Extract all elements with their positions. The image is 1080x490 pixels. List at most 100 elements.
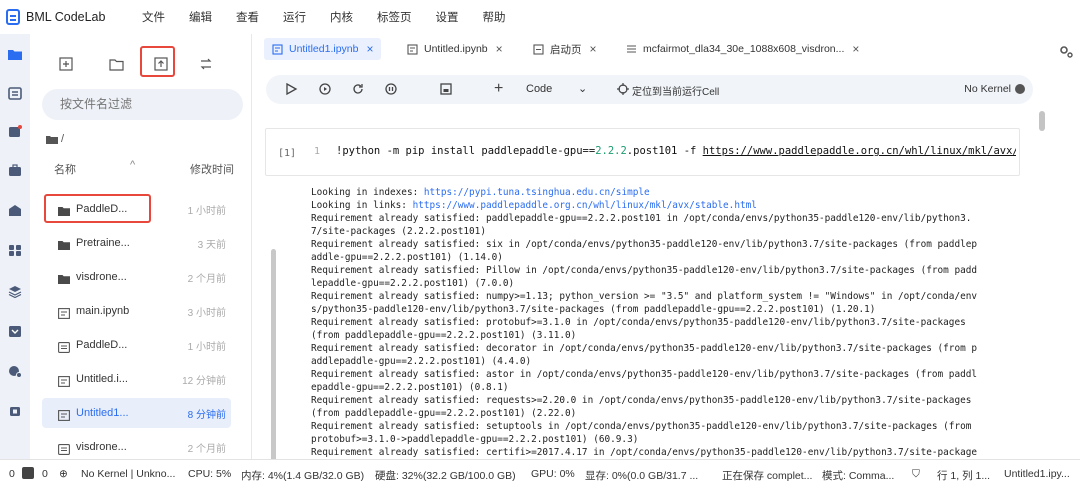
file-modified: 3 天前: [197, 239, 226, 251]
property-inspector-icon[interactable]: [1058, 44, 1074, 60]
output-text: (from paddlepaddle-gpu==2.2.2.post101) (…: [311, 408, 577, 419]
new-folder-button[interactable]: [105, 53, 127, 75]
chevron-down-icon[interactable]: ⌄: [578, 82, 587, 95]
terminal-icon[interactable]: [22, 467, 34, 479]
interrupt-icon[interactable]: [384, 82, 398, 96]
run-all-icon[interactable]: [318, 82, 332, 96]
tab-label: Untitled.ipynb: [424, 43, 488, 55]
status-mode[interactable]: 模式: Comma...: [822, 468, 894, 483]
tab-launcher[interactable]: 启动页 ×: [525, 38, 605, 60]
kernel-status-icon: [1015, 84, 1025, 94]
output-line: Requirement already satisfied: six in /o…: [311, 238, 1021, 251]
run-icon[interactable]: [284, 82, 298, 96]
notebook-icon: [407, 43, 418, 55]
file-name: visdrone...: [76, 441, 127, 453]
menu-view[interactable]: 查看: [236, 9, 259, 25]
upload-button[interactable]: [150, 53, 172, 75]
status-count: 0: [9, 468, 15, 480]
list-icon[interactable]: [8, 87, 22, 100]
locate-icon[interactable]: [616, 82, 630, 96]
output-line: Requirement already satisfied: protobuf>…: [311, 316, 1021, 329]
file-list-item[interactable]: PaddleD... 1 小时前: [42, 194, 231, 224]
output-text: Requirement already satisfied: paddlepad…: [311, 213, 972, 224]
globe-icon[interactable]: ⊕: [59, 468, 68, 480]
output-text: Requirement already satisfied: protobuf>…: [311, 317, 966, 328]
apps-grid-icon[interactable]: [8, 244, 22, 257]
file-list-item[interactable]: visdrone... 2 个月前: [42, 262, 231, 292]
file-name: visdrone...: [76, 271, 127, 283]
cell-type-select[interactable]: Code: [526, 83, 552, 95]
output-line: Looking in links: https://www.paddlepadd…: [311, 199, 1021, 212]
upload-icon: [154, 57, 168, 71]
code-editor[interactable]: !python -m pip install paddlepaddle-gpu=…: [336, 145, 1016, 157]
output-text: Requirement already satisfied: setuptool…: [311, 421, 972, 432]
codelab-app: BML CodeLab 文件 编辑 查看 运行 内核 标签页 设置 帮助 按文件…: [0, 0, 1080, 490]
code-cell[interactable]: [1] 1 !python -m pip install paddlepaddl…: [265, 128, 1020, 176]
file-modified: 1 小时前: [187, 341, 226, 353]
notebook-scrollbar[interactable]: [1039, 111, 1045, 131]
file-filter-input[interactable]: [42, 89, 243, 120]
settings-cog-icon[interactable]: [8, 365, 22, 378]
menu-help[interactable]: 帮助: [483, 9, 506, 25]
status-bar: 0 0 ⊕ No Kernel | Unkno... CPU: 5% 内存: 4…: [0, 459, 1080, 490]
folder-icon[interactable]: [8, 48, 22, 61]
menu-edit[interactable]: 编辑: [189, 9, 212, 25]
output-line: Looking in indexes: https://pypi.tuna.ts…: [311, 186, 1021, 199]
output-text: Requirement already satisfied: requests>…: [311, 395, 972, 406]
tab-untitled1[interactable]: Untitled1.ipynb ×: [264, 38, 382, 60]
download-box-icon[interactable]: [8, 325, 22, 338]
output-link[interactable]: https://www.paddlepaddle.org.cn/whl/linu…: [413, 200, 757, 211]
add-cell-icon[interactable]: +: [494, 80, 503, 98]
file-list-item[interactable]: main.ipynb 3 小时前: [42, 296, 231, 326]
folder-small-icon: [46, 135, 58, 144]
tab-config-file[interactable]: mcfairmot_dla34_30e_1088x608_visdron... …: [618, 38, 867, 60]
status-cursor-position[interactable]: 行 1, 列 1...: [937, 468, 990, 483]
status-saving: 正在保存 complet...: [722, 470, 813, 482]
menu-kernel[interactable]: 内核: [330, 9, 353, 25]
cell-output: Looking in indexes: https://pypi.tuna.ts…: [311, 186, 1021, 459]
kernel-name[interactable]: No Kernel: [964, 83, 1011, 95]
close-icon[interactable]: ×: [366, 42, 373, 56]
file-list-item[interactable]: Pretraine... 3 天前: [42, 228, 231, 258]
file-list-item[interactable]: visdrone... 2 个月前: [42, 432, 231, 462]
locate-running-cell-button[interactable]: 定位到当前运行Cell: [632, 83, 719, 98]
status-cpu: CPU: 5%: [188, 468, 232, 480]
file-name: Pretraine...: [76, 237, 130, 249]
restart-icon[interactable]: [351, 82, 365, 96]
file-name: main.ipynb: [76, 305, 130, 317]
output-line: Requirement already satisfied: paddlepad…: [311, 212, 1021, 225]
dataset-icon[interactable]: [8, 125, 22, 138]
menu-run[interactable]: 运行: [283, 9, 306, 25]
file-list-item[interactable]: Untitled1... 8 分钟前: [42, 398, 231, 428]
status-filename: Untitled1.ipy...: [1004, 468, 1070, 480]
file-modified: 2 个月前: [187, 273, 226, 285]
new-file-button[interactable]: [55, 53, 77, 75]
breadcrumb[interactable]: /: [46, 133, 64, 145]
refresh-button[interactable]: [195, 53, 217, 75]
status-kernel[interactable]: No Kernel | Unkno...: [81, 468, 175, 480]
output-line: addle-gpu==2.2.2.post101) (1.14.0): [311, 251, 1021, 264]
file-list-scrollbar[interactable]: [271, 249, 276, 489]
tab-untitled[interactable]: Untitled.ipynb ×: [399, 38, 511, 60]
briefcase-icon[interactable]: [8, 164, 22, 177]
close-icon[interactable]: ×: [852, 42, 859, 56]
output-link[interactable]: https://pypi.tuna.tsinghua.edu.cn/simple: [424, 187, 650, 198]
chevron-up-icon[interactable]: ^: [130, 159, 135, 171]
layers-icon[interactable]: [8, 285, 22, 298]
column-name-header[interactable]: 名称: [54, 161, 76, 177]
new-folder-icon: [108, 58, 124, 71]
menu-settings[interactable]: 设置: [436, 9, 459, 25]
column-modified-header[interactable]: 修改时间: [190, 161, 234, 177]
menu-file[interactable]: 文件: [142, 9, 165, 25]
chip-icon[interactable]: [8, 405, 22, 418]
save-icon[interactable]: [439, 82, 453, 96]
folder-icon: [58, 238, 70, 250]
close-icon[interactable]: ×: [590, 42, 597, 56]
file-list-item[interactable]: PaddleD... 1 小时前: [42, 330, 231, 360]
file-list-item[interactable]: Untitled.i... 12 分钟前: [42, 364, 231, 394]
menu-tabs[interactable]: 标签页: [377, 9, 412, 25]
tab-label: Untitled1.ipynb: [289, 43, 359, 55]
inbox-icon[interactable]: [8, 204, 22, 217]
new-file-icon: [59, 57, 73, 71]
close-icon[interactable]: ×: [496, 42, 503, 56]
